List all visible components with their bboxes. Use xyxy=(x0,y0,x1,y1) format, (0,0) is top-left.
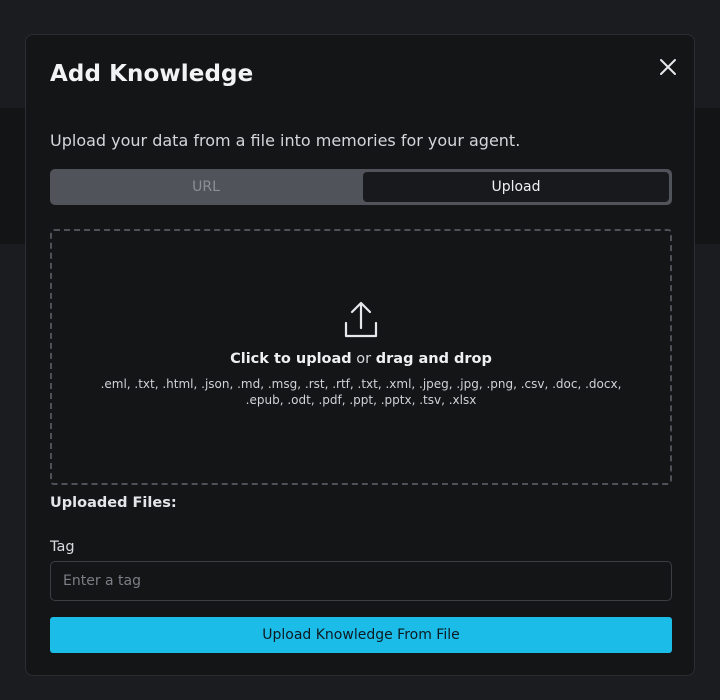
or-text: or xyxy=(351,351,376,367)
file-dropzone[interactable]: Click to upload or drag and drop .eml, .… xyxy=(50,229,672,485)
close-button[interactable] xyxy=(654,53,682,81)
click-to-upload-text: Click to upload xyxy=(230,351,352,367)
modal-subtitle: Upload your data from a file into memori… xyxy=(50,131,521,150)
accepted-formats: .eml, .txt, .html, .json, .md, .msg, .rs… xyxy=(100,377,622,407)
upload-knowledge-button[interactable]: Upload Knowledge From File xyxy=(50,617,672,653)
modal-title: Add Knowledge xyxy=(50,61,254,87)
tag-label: Tag xyxy=(50,539,75,555)
dropzone-label: Click to upload or drag and drop xyxy=(230,351,492,367)
tag-input[interactable] xyxy=(50,561,672,601)
tab-upload[interactable]: Upload xyxy=(363,172,669,202)
drag-and-drop-text: drag and drop xyxy=(375,351,492,367)
upload-icon xyxy=(344,301,378,338)
close-icon xyxy=(660,59,676,75)
source-tabs: URL Upload xyxy=(50,169,672,205)
tab-url[interactable]: URL xyxy=(53,172,359,202)
add-knowledge-modal: Add Knowledge Upload your data from a fi… xyxy=(25,34,695,676)
uploaded-files-label: Uploaded Files: xyxy=(50,495,177,511)
